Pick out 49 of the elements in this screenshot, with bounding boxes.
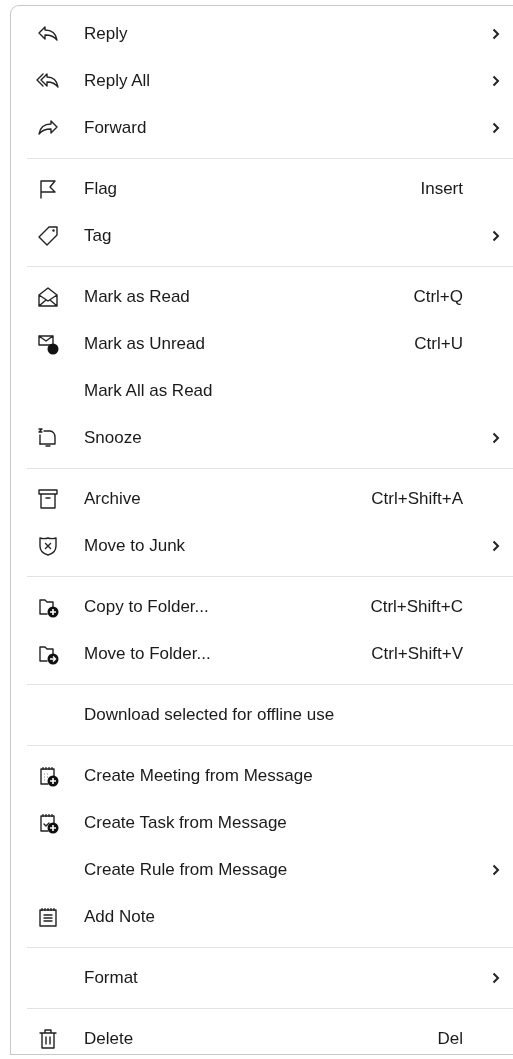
menu-item-label: Forward: [84, 116, 148, 139]
menu-item[interactable]: Move to Folder... Ctrl+Shift+V: [11, 630, 513, 677]
menu-item[interactable]: Forward: [11, 104, 513, 151]
menu-item-label: Move to Junk: [84, 534, 187, 557]
menu-item-label: Delete: [84, 1027, 135, 1050]
menu-item-label: Tag: [84, 224, 113, 247]
shortcut-text: Ctrl+U: [414, 332, 463, 355]
shortcut-text: Ctrl+Shift+V: [371, 642, 463, 665]
menu-item-label: Download selected for offline use: [84, 703, 336, 726]
menu-item-label: Reply: [84, 22, 129, 45]
menu-item-label: Copy to Folder...: [84, 595, 210, 618]
menu-item[interactable]: Copy to Folder... Ctrl+Shift+C: [11, 583, 513, 630]
shortcut-text: Ctrl+Shift+A: [371, 487, 463, 510]
menu-item-label: Mark as Read: [84, 285, 191, 308]
menu-item[interactable]: Format: [11, 954, 513, 1001]
menu-item[interactable]: Mark All as Read: [11, 367, 513, 414]
archive-icon: [35, 486, 60, 511]
menu-item[interactable]: Reply: [11, 10, 513, 57]
shortcut-text: Ctrl+Q: [413, 285, 463, 308]
menu-item[interactable]: Add Note: [11, 893, 513, 940]
envelope-open-icon: [35, 284, 60, 309]
shortcut-text: Ctrl+Shift+C: [370, 595, 463, 618]
menu-item-label: Mark All as Read: [84, 379, 214, 402]
menu-item-label: Reply All: [84, 69, 152, 92]
menu-item[interactable]: Create Rule from Message: [11, 846, 513, 893]
menu-item[interactable]: Download selected for offline use: [11, 691, 513, 738]
menu-item[interactable]: Move to Junk: [11, 522, 513, 569]
menu-item-label: Snooze: [84, 426, 143, 449]
menu-item[interactable]: Delete Del: [11, 1015, 513, 1059]
menu-item-label: Format: [84, 966, 139, 989]
menu-item[interactable]: Mark as Read Ctrl+Q: [11, 273, 513, 320]
menu-item[interactable]: Flag Insert: [11, 165, 513, 212]
menu-item[interactable]: Snooze: [11, 414, 513, 461]
menu-item-label: Archive: [84, 487, 142, 510]
menu-item[interactable]: Create Meeting from Message: [11, 752, 513, 799]
menu-item[interactable]: Archive Ctrl+Shift+A: [11, 475, 513, 522]
menu-item-label: Create Rule from Message: [84, 858, 289, 881]
shortcut-text: Insert: [420, 177, 463, 200]
menu-item-label: Create Meeting from Message: [84, 764, 314, 787]
menu-item[interactable]: Create Task from Message: [11, 799, 513, 846]
shortcut-text: Del: [437, 1027, 463, 1050]
menu-item[interactable]: Mark as Unread Ctrl+U: [11, 320, 513, 367]
menu-item-label: Add Note: [84, 905, 156, 928]
menu-item-label: Move to Folder...: [84, 642, 212, 665]
menu-item[interactable]: Reply All: [11, 57, 513, 104]
menu-item-label: Flag: [84, 177, 119, 200]
menu-item-label: Mark as Unread: [84, 332, 206, 355]
menu-item[interactable]: Tag: [11, 212, 513, 259]
menu-item-label: Create Task from Message: [84, 811, 288, 834]
